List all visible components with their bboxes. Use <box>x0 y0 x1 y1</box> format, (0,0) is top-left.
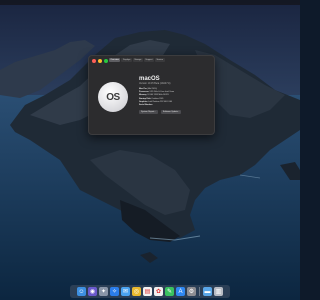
software-update-button[interactable]: Software Update... <box>160 110 182 115</box>
spec-serial-number: Serial Number <box>139 104 153 107</box>
tab-support[interactable]: Support <box>143 58 154 62</box>
mail-icon[interactable]: ✉ <box>121 287 130 296</box>
about-tabs: Overview Displays Storage Support Servic… <box>109 58 165 62</box>
tab-displays[interactable]: Displays <box>121 58 132 62</box>
chrome-icon[interactable]: ◎ <box>132 287 141 296</box>
dock: ☺ ◉ ✦ ✧ ✉ ◎ ▤ ✿ ✎ A ⚙ ▬ ▥ <box>70 285 230 298</box>
about-this-mac-window: Overview Displays Storage Support Servic… <box>88 55 215 135</box>
tab-storage[interactable]: Storage <box>132 58 143 62</box>
system-report-button[interactable]: System Report... <box>139 110 158 115</box>
trash-icon[interactable]: ▥ <box>214 287 223 296</box>
dock-separator <box>199 287 200 296</box>
close-window-button[interactable] <box>92 59 96 63</box>
window-titlebar: Overview Displays Storage Support Servic… <box>89 56 214 66</box>
macos-logo: OS <box>98 82 128 112</box>
photos-icon[interactable]: ✿ <box>154 287 163 296</box>
zoom-window-button[interactable] <box>104 59 108 63</box>
messages-icon[interactable]: ✎ <box>165 287 174 296</box>
siri-icon[interactable]: ◉ <box>88 287 97 296</box>
os-version: Version 10.15 Beta (19A471t) <box>139 82 171 85</box>
app-store-icon[interactable]: A <box>176 287 185 296</box>
safari-icon[interactable]: ✧ <box>110 287 119 296</box>
system-info: macOS Version 10.15 Beta (19A471t) Mac P… <box>139 76 211 115</box>
folder-icon[interactable]: ▬ <box>203 287 212 296</box>
calendar-icon[interactable]: ▤ <box>143 287 152 296</box>
finder-icon[interactable]: ☺ <box>77 287 86 296</box>
tab-service[interactable]: Service <box>154 58 165 62</box>
macos-logo-text: OS <box>106 91 120 103</box>
launchpad-icon[interactable]: ✦ <box>99 287 108 296</box>
menu-bar <box>0 0 300 5</box>
desktop-wallpaper <box>0 0 300 300</box>
tab-overview[interactable]: Overview <box>109 58 121 62</box>
about-buttons: System Report... Software Update... <box>139 110 211 115</box>
system-preferences-icon[interactable]: ⚙ <box>187 287 196 296</box>
minimize-window-button[interactable] <box>98 59 102 63</box>
